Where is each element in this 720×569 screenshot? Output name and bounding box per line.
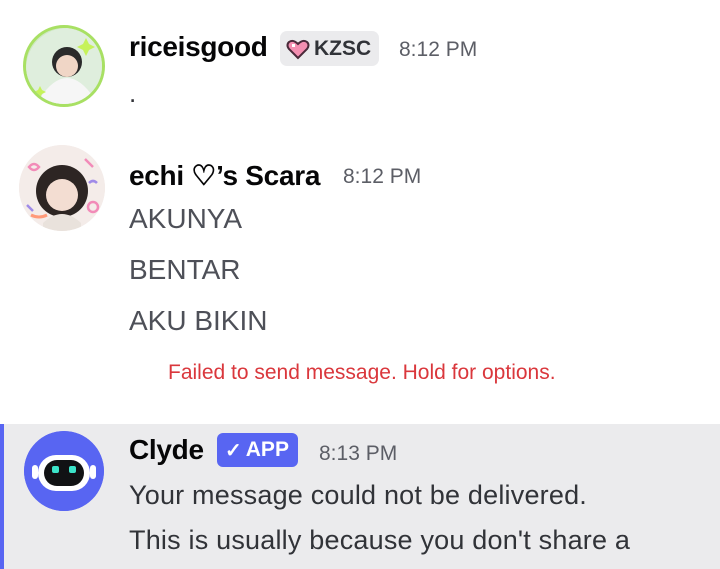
highlight-bar bbox=[0, 424, 4, 569]
app-badge: ✓ APP bbox=[217, 433, 298, 467]
message-clyde[interactable]: Clyde ✓ APP 8:13 PM Your message could n… bbox=[0, 424, 720, 569]
pixel-heart-icon bbox=[286, 39, 310, 59]
timestamp[interactable]: 8:13 PM bbox=[319, 442, 397, 466]
message-content: AKU BIKIN bbox=[129, 305, 268, 336]
message-content: AKUNYA bbox=[129, 203, 243, 234]
avatar-image bbox=[19, 145, 105, 231]
message-echi-scara[interactable]: echi ♡’s Scara 8:12 PM AKUNYA BENTAR AKU… bbox=[0, 135, 720, 415]
message-content: . bbox=[129, 78, 137, 108]
guild-tag[interactable]: KZSC bbox=[280, 31, 380, 66]
clyde-robot-icon bbox=[24, 431, 104, 511]
avatar-image bbox=[26, 28, 102, 104]
message-content: BENTAR bbox=[129, 254, 241, 285]
avatar-clyde[interactable] bbox=[24, 431, 104, 511]
timestamp[interactable]: 8:12 PM bbox=[399, 38, 477, 62]
author-name[interactable]: Clyde bbox=[129, 434, 204, 466]
avatar-riceisgood[interactable] bbox=[23, 25, 105, 107]
timestamp[interactable]: 8:12 PM bbox=[343, 165, 421, 189]
send-failed-notice[interactable]: Failed to send message. Hold for options… bbox=[168, 361, 556, 385]
avatar-echi-scara[interactable] bbox=[19, 145, 105, 231]
guild-tag-label: KZSC bbox=[314, 36, 372, 60]
checkmark-icon: ✓ bbox=[225, 439, 242, 462]
author-name[interactable]: echi ♡’s Scara bbox=[129, 159, 320, 192]
author-name[interactable]: riceisgood bbox=[129, 31, 268, 63]
message-riceisgood[interactable]: riceisgood KZSC 8:12 PM . bbox=[0, 0, 720, 130]
app-badge-label: APP bbox=[245, 438, 289, 461]
message-content: Your message could not be delivered. bbox=[129, 480, 587, 510]
message-content: This is usually because you don't share … bbox=[129, 525, 631, 555]
